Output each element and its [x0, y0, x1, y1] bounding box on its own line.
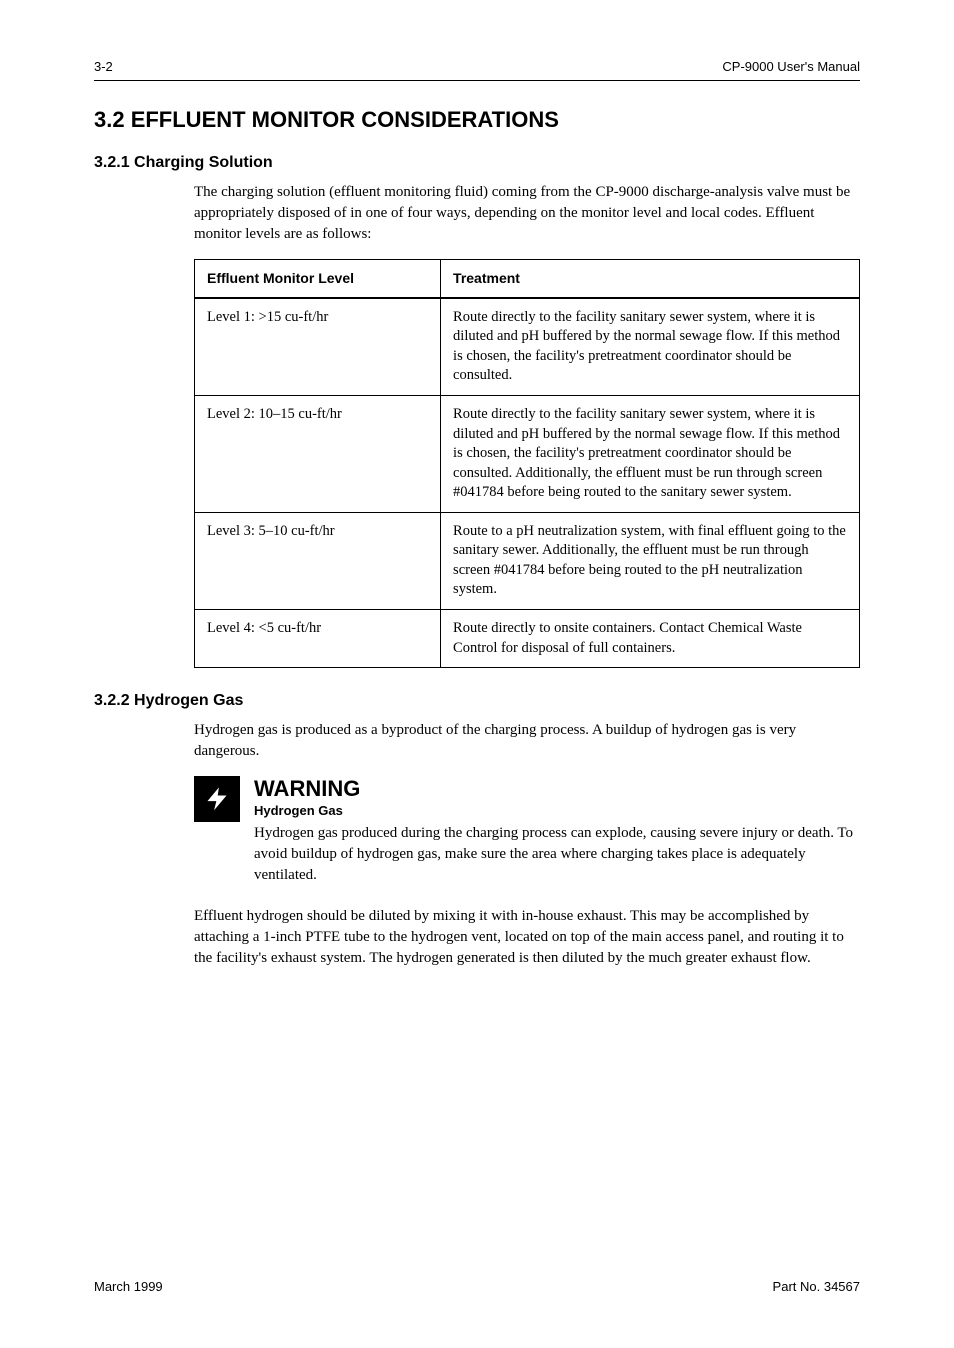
- page-footer: March 1999 Part No. 34567: [94, 1278, 860, 1296]
- body-paragraph: Effluent hydrogen should be diluted by m…: [194, 906, 860, 969]
- body-paragraph: The charging solution (effluent monitori…: [194, 182, 860, 245]
- table-row: Level 4: <5 cu-ft/hr Route directly to o…: [195, 610, 860, 668]
- header-rule: [94, 80, 860, 81]
- footer-date: March 1999: [94, 1278, 163, 1296]
- table-header-cell: Effluent Monitor Level: [195, 259, 441, 297]
- table-row: Level 1: >15 cu-ft/hr Route directly to …: [195, 298, 860, 396]
- page: 3-2 CP-9000 User's Manual 3.2 EFFLUENT M…: [0, 0, 954, 1348]
- table-cell: Level 2: 10–15 cu-ft/hr: [195, 395, 441, 512]
- table-cell: Route directly to onsite containers. Con…: [441, 610, 860, 668]
- effluent-levels-table: Effluent Monitor Level Treatment Level 1…: [194, 259, 860, 668]
- table-row: Level 2: 10–15 cu-ft/hr Route directly t…: [195, 395, 860, 512]
- table-row: Level 3: 5–10 cu-ft/hr Route to a pH neu…: [195, 512, 860, 609]
- warning-label: WARNING: [254, 778, 860, 800]
- table-cell: Level 4: <5 cu-ft/hr: [195, 610, 441, 668]
- page-number: 3-2: [94, 58, 113, 76]
- warning-text: Hydrogen gas produced during the chargin…: [254, 823, 860, 886]
- table-header-cell: Treatment: [441, 259, 860, 297]
- table-cell: Level 1: >15 cu-ft/hr: [195, 298, 441, 396]
- subsection-heading: 3.2.2 Hydrogen Gas: [94, 690, 860, 712]
- section-heading: 3.2 EFFLUENT MONITOR CONSIDERATIONS: [94, 105, 860, 135]
- footer-part-no: Part No. 34567: [773, 1278, 860, 1296]
- lightning-icon: [194, 776, 240, 822]
- doc-title: CP-9000 User's Manual: [722, 58, 860, 76]
- table-cell: Level 3: 5–10 cu-ft/hr: [195, 512, 441, 609]
- table-cell: Route directly to the facility sanitary …: [441, 298, 860, 396]
- warning-subtitle: Hydrogen Gas: [254, 802, 860, 820]
- subsection-heading: 3.2.1 Charging Solution: [94, 152, 860, 174]
- page-header: 3-2 CP-9000 User's Manual: [94, 58, 860, 76]
- table-header-row: Effluent Monitor Level Treatment: [195, 259, 860, 297]
- warning-block: WARNING Hydrogen Gas Hydrogen gas produc…: [194, 776, 860, 887]
- table-cell: Route directly to the facility sanitary …: [441, 395, 860, 512]
- body-paragraph: Hydrogen gas is produced as a byproduct …: [194, 720, 860, 762]
- table-cell: Route to a pH neutralization system, wit…: [441, 512, 860, 609]
